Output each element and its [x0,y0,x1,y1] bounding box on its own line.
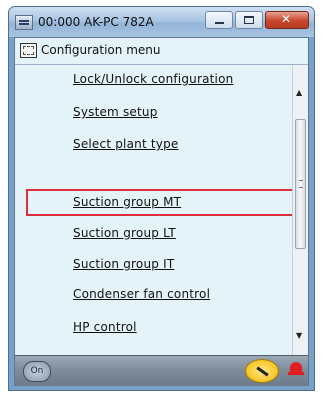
menu-list: Lock/Unlock configuration System setup S… [15,65,294,355]
title-bar[interactable]: 00:000 AK-PC 782A [9,7,314,37]
power-icon[interactable]: On [23,361,51,382]
menu-header: Configuration menu [15,38,308,65]
menu-item-suction-group-it[interactable]: Suction group IT [73,257,174,271]
app-icon[interactable] [15,15,33,30]
configuration-icon [20,43,37,58]
close-button[interactable] [265,11,309,29]
window-title: 00:000 AK-PC 782A [38,15,154,29]
menu-title: Configuration menu [41,43,161,57]
maximize-button[interactable] [235,11,263,29]
scrollbar-thumb[interactable] [295,119,306,249]
app-window: 00:000 AK-PC 782A Configuration menu Loc… [8,6,315,391]
scroll-up-arrow-icon[interactable]: ▲ [296,88,302,97]
alarm-bell-icon[interactable] [288,362,304,375]
status-bar: On [15,355,308,386]
menu-item-select-plant-type[interactable]: Select plant type [73,137,178,151]
menu-item-condenser-fan-control[interactable]: Condenser fan control [73,287,210,301]
minimize-button[interactable] [205,11,233,29]
wrench-icon[interactable] [245,359,279,383]
scroll-down-arrow-icon[interactable]: ▼ [296,331,302,340]
menu-item-suction-group-lt[interactable]: Suction group LT [73,226,176,240]
menu-item-hp-control[interactable]: HP control [73,320,137,334]
client-area: Configuration menu Lock/Unlock configura… [14,37,309,386]
menu-item-system-setup[interactable]: System setup [73,105,158,119]
vertical-scrollbar[interactable]: ▲ ▼ [292,65,308,355]
menu-item-suction-group-mt[interactable]: Suction group MT [73,195,181,209]
menu-item-lock-unlock-configuration[interactable]: Lock/Unlock configuration [73,72,233,86]
